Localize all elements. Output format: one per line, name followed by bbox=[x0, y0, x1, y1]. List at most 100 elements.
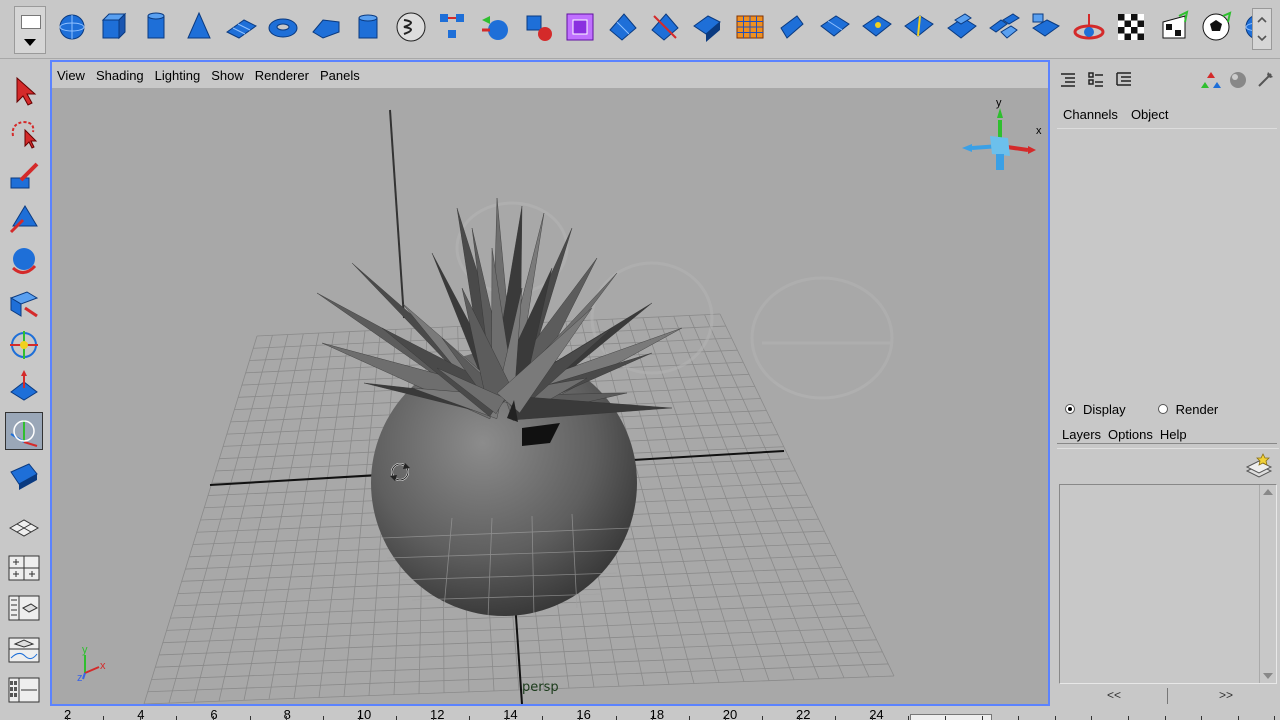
pipe-icon[interactable] bbox=[349, 6, 388, 48]
menu-options[interactable]: Options bbox=[1108, 427, 1153, 442]
layer-list[interactable] bbox=[1059, 484, 1277, 684]
single-perspective-layout-icon[interactable] bbox=[5, 510, 43, 542]
graph-persp-layout-icon[interactable] bbox=[5, 634, 43, 666]
split-polygon-icon[interactable] bbox=[645, 6, 684, 48]
menu-renderer[interactable]: Renderer bbox=[250, 68, 315, 83]
move-tool-icon[interactable] bbox=[5, 200, 43, 238]
timeline-tick bbox=[871, 716, 873, 720]
menu-shading[interactable]: Shading bbox=[91, 68, 150, 83]
cube-icon[interactable] bbox=[94, 6, 133, 48]
shelf-scrollbar[interactable] bbox=[1252, 8, 1272, 50]
poke-icon[interactable] bbox=[773, 6, 812, 48]
tab-object[interactable]: Object bbox=[1131, 107, 1169, 122]
cone-icon[interactable] bbox=[179, 6, 218, 48]
hypershade-layout-icon[interactable] bbox=[5, 674, 43, 706]
layer-horizontal-scroll[interactable]: << >> bbox=[1059, 688, 1277, 704]
cut-face-icon[interactable] bbox=[1027, 6, 1066, 48]
four-view-layout-icon[interactable] bbox=[5, 552, 43, 584]
pin-icon[interactable] bbox=[1253, 68, 1277, 92]
layer-list-scrollbar[interactable] bbox=[1259, 485, 1276, 683]
cylinder-icon[interactable] bbox=[137, 6, 176, 48]
menu-help[interactable]: Help bbox=[1160, 427, 1187, 442]
helix-icon[interactable] bbox=[391, 6, 430, 48]
shelf-scroll-down-icon[interactable] bbox=[1257, 33, 1267, 43]
timeline-tick bbox=[213, 716, 214, 720]
timeline-tick bbox=[505, 716, 507, 720]
vertical-line bbox=[389, 109, 405, 319]
plane-icon[interactable] bbox=[222, 6, 261, 48]
flip-edge-icon[interactable] bbox=[900, 6, 939, 48]
scroll-right-button[interactable]: >> bbox=[1219, 688, 1233, 702]
hierarchy-icon[interactable] bbox=[1199, 68, 1223, 92]
radio-render[interactable]: Render bbox=[1157, 402, 1218, 417]
mirror-icon[interactable] bbox=[1112, 6, 1151, 48]
soften-edge-icon[interactable] bbox=[1154, 6, 1193, 48]
menu-view[interactable]: View bbox=[52, 68, 91, 83]
perspective-viewport[interactable]: y x y x z persp bbox=[52, 88, 1048, 704]
timeline-tick bbox=[688, 716, 690, 720]
sphere-display-icon[interactable] bbox=[1226, 68, 1250, 92]
paint-select-icon[interactable] bbox=[5, 158, 43, 196]
scene-canvas[interactable]: y x y x z bbox=[52, 88, 1048, 704]
extrude-face-icon[interactable] bbox=[603, 6, 642, 48]
origin-axis-indicator: y x z bbox=[77, 644, 106, 684]
radio-display-dot[interactable] bbox=[1065, 404, 1075, 414]
scroll-down-icon[interactable] bbox=[1263, 673, 1273, 679]
shelf-menu-button[interactable] bbox=[14, 6, 46, 54]
new-layer-icon[interactable] bbox=[1245, 453, 1273, 479]
scroll-divider bbox=[1167, 688, 1168, 704]
svg-text:y: y bbox=[996, 97, 1002, 109]
timeline-tick bbox=[139, 716, 141, 720]
smooth-icon[interactable] bbox=[561, 6, 600, 48]
menu-layers[interactable]: Layers bbox=[1062, 427, 1101, 442]
combine-icon[interactable] bbox=[434, 6, 473, 48]
scale-tool-icon[interactable] bbox=[5, 284, 43, 322]
edge-loop-icon[interactable] bbox=[985, 6, 1024, 48]
attribute-editor-toggle-icon[interactable] bbox=[1084, 68, 1108, 92]
select-tool-icon[interactable] bbox=[5, 72, 43, 110]
torus-icon[interactable] bbox=[264, 6, 303, 48]
timeline-tick bbox=[322, 716, 324, 720]
shelf-icons bbox=[52, 6, 1280, 50]
duplicate-face-icon[interactable] bbox=[1069, 6, 1108, 48]
universal-manipulator-icon[interactable] bbox=[5, 326, 43, 364]
channel-box-list[interactable] bbox=[1057, 128, 1277, 444]
show-manipulator-icon[interactable] bbox=[5, 412, 43, 450]
append-icon[interactable] bbox=[815, 6, 854, 48]
extract-icon[interactable] bbox=[518, 6, 557, 48]
separate-icon[interactable] bbox=[476, 6, 515, 48]
channel-box-toggle-icon[interactable] bbox=[1056, 68, 1080, 92]
sphere-icon[interactable] bbox=[52, 6, 91, 48]
panel-menubar: View Shading Lighting Show Renderer Pane… bbox=[52, 62, 1048, 88]
subdivide-icon[interactable] bbox=[942, 6, 981, 48]
scroll-left-button[interactable]: << bbox=[1107, 688, 1121, 702]
layer-menubar: Layers Options Help bbox=[1057, 423, 1279, 445]
spikes[interactable] bbox=[316, 197, 683, 421]
tool-settings-toggle-icon[interactable] bbox=[1112, 68, 1136, 92]
checker-icon[interactable] bbox=[1197, 6, 1236, 48]
tab-channels[interactable]: Channels bbox=[1063, 107, 1118, 122]
scroll-up-icon[interactable] bbox=[1263, 489, 1273, 495]
menu-panels[interactable]: Panels bbox=[315, 68, 366, 83]
lasso-tool-icon[interactable] bbox=[5, 114, 43, 152]
range-field[interactable] bbox=[910, 714, 992, 720]
menu-lighting[interactable]: Lighting bbox=[150, 68, 207, 83]
outliner-persp-layout-icon[interactable] bbox=[5, 592, 43, 624]
radio-display[interactable]: Display bbox=[1065, 402, 1126, 417]
merge-edge-icon[interactable] bbox=[857, 6, 896, 48]
bevel-icon[interactable] bbox=[730, 6, 769, 48]
soft-mod-icon[interactable] bbox=[5, 368, 43, 406]
time-slider[interactable]: 2 4 6 8 10 12 14 16 18 20 22 24 bbox=[50, 706, 1280, 720]
wedge-face-icon[interactable] bbox=[688, 6, 727, 48]
rotate-tool-icon[interactable] bbox=[5, 242, 43, 280]
last-tool-icon[interactable] bbox=[5, 456, 43, 494]
menu-show[interactable]: Show bbox=[206, 68, 250, 83]
view-axis-gizmo[interactable]: y x bbox=[962, 97, 1042, 170]
prism-icon[interactable] bbox=[306, 6, 345, 48]
timeline-frame-label: 6 bbox=[210, 707, 218, 720]
timeline-tick bbox=[1274, 716, 1276, 720]
shelf-scroll-up-icon[interactable] bbox=[1257, 15, 1267, 25]
timeline-tick bbox=[652, 716, 654, 720]
viewport-panel: View Shading Lighting Show Renderer Pane… bbox=[50, 60, 1050, 706]
radio-render-dot[interactable] bbox=[1157, 404, 1168, 414]
